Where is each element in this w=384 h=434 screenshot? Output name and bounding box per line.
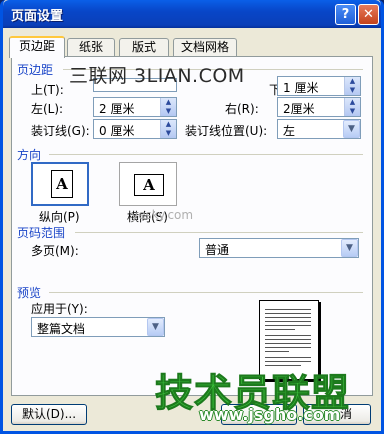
watermark-site: www.jsgho.com [199, 405, 341, 424]
orientation-section-label: 方向 [17, 148, 42, 162]
margins-section-label: 页边距 [17, 63, 54, 77]
tab-document-grid[interactable]: 文档网格 [173, 38, 237, 56]
left-margin-value: 2 厘米 [99, 102, 135, 116]
help-button[interactable]: ? [335, 4, 356, 25]
portrait-page-icon: A [51, 170, 73, 198]
landscape-page-icon: A [134, 174, 164, 196]
multiple-pages-value: 普通 [205, 243, 230, 257]
window-title: 页面设置 [11, 9, 64, 24]
landscape-button[interactable]: A [119, 162, 177, 206]
right-margin-input[interactable]: 2厘米 ▲ ▼ [277, 97, 361, 117]
apply-to-value: 整篇文档 [37, 322, 86, 336]
portrait-button[interactable]: A [31, 162, 89, 206]
close-button[interactable]: ✕ [358, 4, 379, 25]
chevron-down-icon[interactable]: ▼ [343, 120, 360, 138]
bottom-margin-value: 1 厘米 [283, 81, 319, 95]
tab-margins[interactable]: 页边距 [9, 36, 65, 58]
title-bar[interactable]: 页面设置 ? ✕ [3, 0, 381, 28]
apply-to-select[interactable]: 整篇文档 ▼ [31, 317, 165, 337]
chevron-down-icon[interactable]: ▼ [341, 239, 358, 257]
gutter-spinner[interactable]: ▲ ▼ [160, 120, 176, 138]
gutter-position-select[interactable]: 左 ▼ [277, 119, 361, 139]
default-button[interactable]: 默认(D)... [11, 404, 87, 425]
preview-divider [49, 292, 363, 293]
watermark-yesky: yesky.com [131, 208, 194, 222]
gutter-label: 装订线(G): [31, 124, 90, 138]
preview-section-label: 预览 [17, 286, 42, 300]
bottom-margin-spinner[interactable]: ▲ ▼ [344, 77, 360, 95]
tab-paper[interactable]: 纸张 [67, 38, 115, 56]
gutter-value: 0 厘米 [99, 124, 135, 138]
orientation-divider [49, 154, 363, 155]
right-margin-value: 2厘米 [283, 102, 315, 116]
apply-to-label: 应用于(Y): [31, 302, 88, 316]
bottom-margin-input[interactable]: 1 厘米 ▲ ▼ [277, 76, 361, 96]
left-margin-input[interactable]: 2 厘米 ▲ ▼ [93, 97, 177, 117]
chevron-down-icon[interactable]: ▼ [147, 318, 164, 336]
multiple-pages-select[interactable]: 普通 ▼ [199, 238, 359, 258]
pages-section-label: 页码范围 [17, 226, 66, 240]
multiple-pages-label: 多页(M): [31, 244, 79, 258]
top-margin-label: 上(T): [31, 83, 64, 97]
left-margin-label: 左(L): [31, 102, 64, 116]
gutter-input[interactable]: 0 厘米 ▲ ▼ [93, 119, 177, 139]
tab-layout[interactable]: 版式 [119, 38, 169, 56]
gutter-position-value: 左 [283, 124, 296, 138]
left-margin-spinner[interactable]: ▲ ▼ [160, 98, 176, 116]
right-margin-spinner[interactable]: ▲ ▼ [344, 98, 360, 116]
pages-divider [75, 232, 363, 233]
portrait-label: 纵向(P) [39, 210, 80, 224]
page-setup-dialog: 页面设置 ? ✕ 页边距 纸张 版式 文档网格 页边距 上(T): 下 1 厘米… [0, 0, 384, 434]
right-margin-label: 右(R): [225, 102, 259, 116]
gutter-position-label: 装订线位置(U): [185, 124, 268, 138]
watermark-3lian: 三联网 3LIAN.COM [69, 65, 245, 87]
